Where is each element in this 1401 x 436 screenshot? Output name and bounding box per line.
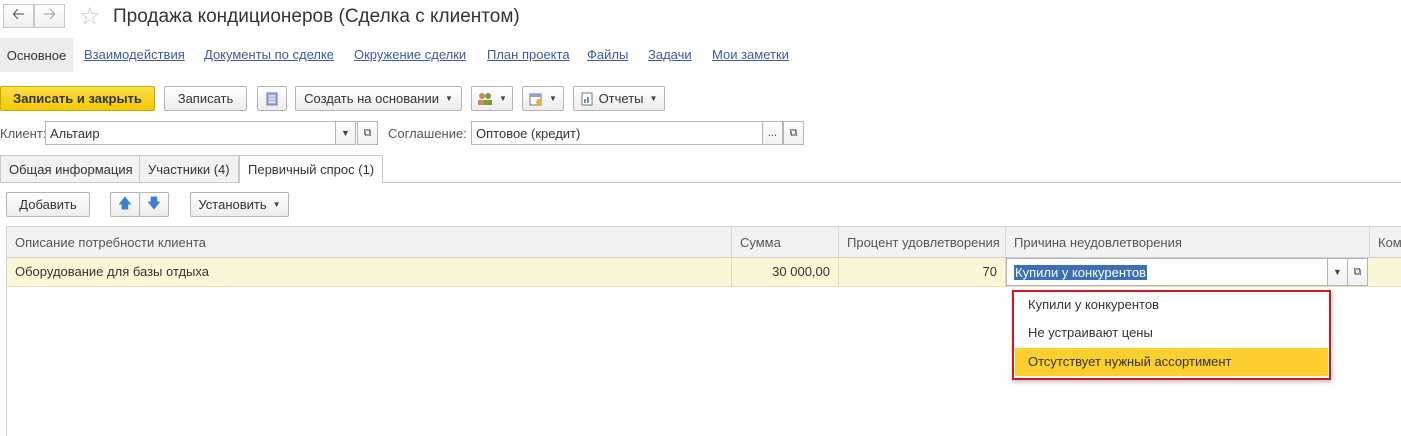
client-open-button[interactable]: ⧉ <box>357 121 378 145</box>
set-button[interactable]: Установить ▼ <box>190 192 289 217</box>
arrow-up-icon: 🡅 <box>117 194 133 211</box>
client-label: Клиент: <box>0 126 47 141</box>
column-header-reason[interactable]: Причина неудовлетворения <box>1006 227 1370 257</box>
section-tab-tasks[interactable]: Задачи <box>648 47 692 62</box>
chevron-down-icon: ▼ <box>499 94 507 103</box>
move-up-button[interactable]: 🡅 <box>110 192 140 217</box>
star-icon[interactable]: ☆ <box>79 2 101 31</box>
chevron-down-icon: ▼ <box>272 200 281 209</box>
section-tab-environment[interactable]: Окружение сделки <box>354 47 466 62</box>
reason-input-value: Купили у конкурентов <box>1014 265 1147 280</box>
reason-open-button[interactable]: ⧉ <box>1347 258 1368 286</box>
chevron-down-icon: ▼ <box>549 94 557 103</box>
dropdown-option-highlighted[interactable]: Отсутствует нужный ассортимент <box>1015 348 1328 376</box>
ellipsis-icon: ... <box>767 127 778 139</box>
column-header-sum[interactable]: Сумма <box>732 227 839 257</box>
users-icon <box>478 92 493 105</box>
dropdown-option[interactable]: Не устраивают цены <box>1015 319 1328 347</box>
arrow-right-icon: 🡢 <box>43 5 56 23</box>
tab-general-info[interactable]: Общая информация <box>0 155 142 182</box>
agreement-select-button[interactable]: ... <box>762 121 783 145</box>
section-tab-label: Основное <box>6 47 67 63</box>
events-menu-button[interactable]: ▼ <box>522 86 564 111</box>
tabs-divider <box>0 182 1401 183</box>
back-button[interactable]: 🡠 <box>3 4 34 28</box>
tab-primary-demand[interactable]: Первичный спрос (1) <box>239 155 384 183</box>
create-based-on-button[interactable]: Создать на основании ▼ <box>295 86 462 111</box>
section-tab-project-plan[interactable]: План проекта <box>487 47 570 62</box>
open-window-icon: ⧉ <box>789 126 798 139</box>
agreement-label: Соглашение: <box>388 126 467 141</box>
reports-button[interactable]: Отчеты ▼ <box>573 86 665 111</box>
save-and-close-button[interactable]: Записать и закрыть <box>0 86 155 111</box>
create-based-on-label: Создать на основании <box>304 91 439 106</box>
set-label: Установить <box>198 197 267 212</box>
report-icon <box>581 92 593 105</box>
cell-sum[interactable]: 30 000,00 <box>732 258 839 286</box>
dropdown-option[interactable]: Купили у конкурентов <box>1015 291 1328 319</box>
cell-percent[interactable]: 70 <box>839 258 1006 286</box>
arrow-left-icon: 🡠 <box>12 5 25 23</box>
tab-participants[interactable]: Участники (4) <box>139 155 239 182</box>
participants-menu-button[interactable]: ▼ <box>471 86 513 111</box>
agreement-field[interactable]: Оптовое (кредит) <box>471 121 763 145</box>
chevron-down-icon: ▼ <box>1333 267 1342 277</box>
client-field[interactable]: Альтаир <box>45 121 336 145</box>
section-tab-notes[interactable]: Мои заметки <box>712 47 789 62</box>
column-header-description[interactable]: Описание потребности клиента <box>7 227 732 257</box>
column-header-comment[interactable]: Ком <box>1370 227 1401 257</box>
reason-input[interactable]: Купили у конкурентов <box>1006 258 1328 286</box>
reason-dropdown-button[interactable]: ▼ <box>1327 258 1348 286</box>
open-window-icon: ⧉ <box>363 126 372 139</box>
open-window-icon: ⧉ <box>1353 265 1362 278</box>
section-tab-files[interactable]: Файлы <box>587 47 628 62</box>
chevron-down-icon: ▼ <box>444 94 453 103</box>
calendar-icon <box>529 93 543 105</box>
add-button[interactable]: Добавить <box>6 192 90 217</box>
section-tab-interactions[interactable]: Взаимодействия <box>84 47 185 62</box>
move-down-button[interactable]: 🡇 <box>139 192 169 217</box>
reports-label: Отчеты <box>598 91 644 106</box>
print-list-button[interactable] <box>257 86 287 111</box>
chevron-down-icon: ▼ <box>341 128 350 138</box>
section-tab-main[interactable]: Основное <box>0 38 73 72</box>
section-tab-documents[interactable]: Документы по сделке <box>204 47 334 62</box>
list-icon <box>266 92 278 105</box>
forward-button[interactable]: 🡢 <box>34 4 65 28</box>
agreement-open-button[interactable]: ⧉ <box>783 121 804 145</box>
save-button[interactable]: Записать <box>164 86 247 111</box>
chevron-down-icon: ▼ <box>649 94 658 103</box>
cell-description[interactable]: Оборудование для базы отдыха <box>7 258 732 286</box>
page-title: Продажа кондиционеров (Сделка с клиентом… <box>113 6 520 27</box>
column-header-percent[interactable]: Процент удовлетворения <box>839 227 1006 257</box>
arrow-down-icon: 🡇 <box>146 194 162 211</box>
client-dropdown-button[interactable]: ▼ <box>335 121 356 145</box>
